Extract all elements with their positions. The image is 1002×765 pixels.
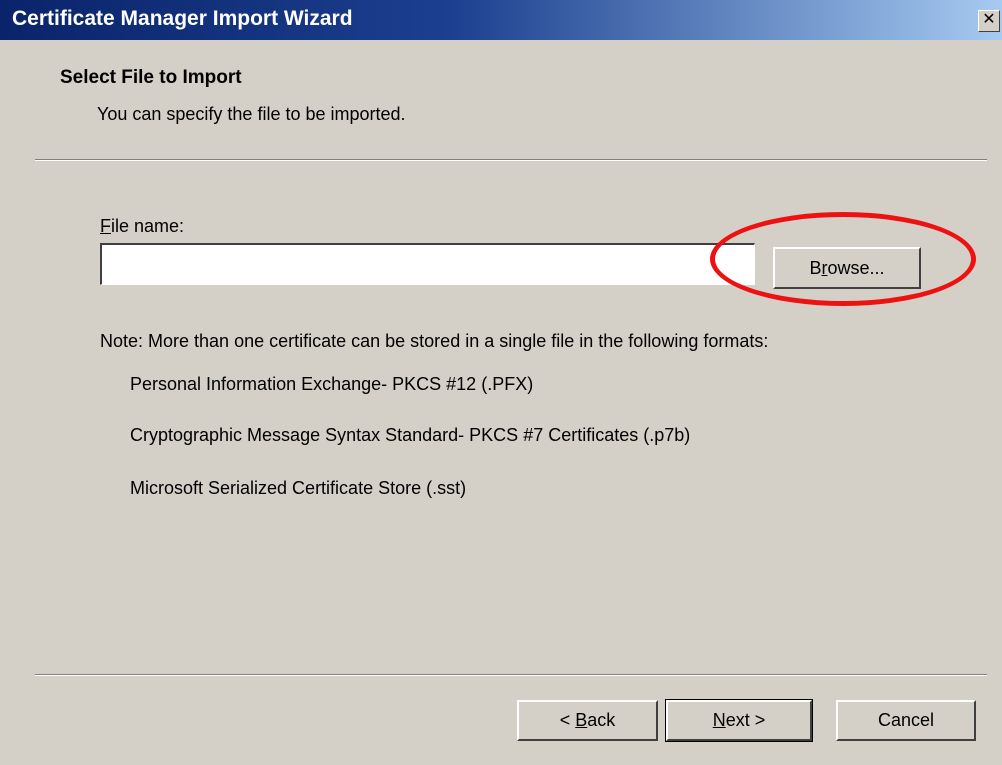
- window-title: Certificate Manager Import Wizard: [12, 7, 353, 30]
- format-item: Cryptographic Message Syntax Standard- P…: [130, 425, 691, 445]
- close-icon[interactable]: ✕: [978, 10, 1000, 32]
- format-item: Personal Information Exchange- PKCS #12 …: [130, 374, 534, 394]
- back-label-prefix: <: [559, 710, 576, 730]
- page-title: Select File to Import: [60, 67, 242, 88]
- wizard-window: Certificate Manager Import Wizard ✕ Sele…: [0, 0, 1002, 765]
- format-item: Microsoft Serialized Certificate Store (…: [130, 478, 467, 498]
- back-label-rest: ack: [587, 710, 616, 730]
- back-button[interactable]: < Back: [517, 700, 658, 741]
- page-subtitle: You can specify the file to be imported.: [97, 104, 406, 124]
- back-label-accel: B: [575, 710, 588, 730]
- footer-divider: [35, 674, 987, 676]
- browse-label-post: owse...: [827, 257, 885, 278]
- browse-button[interactable]: Browse...: [773, 247, 921, 289]
- file-name-input[interactable]: [100, 243, 755, 285]
- formats-note: Note: More than one certificate can be s…: [100, 331, 769, 351]
- next-label-accel: N: [712, 710, 726, 730]
- cancel-button[interactable]: Cancel: [836, 700, 976, 741]
- file-name-label-accel: F: [100, 216, 111, 236]
- next-label-rest: ext >: [725, 710, 766, 730]
- browse-label-pre: B: [809, 257, 822, 278]
- title-bar[interactable]: Certificate Manager Import Wizard ✕: [0, 0, 1002, 40]
- next-button[interactable]: Next >: [665, 699, 813, 742]
- header-divider: [35, 159, 987, 161]
- file-name-label: File name:: [100, 216, 184, 237]
- file-name-label-text: ile name:: [111, 216, 185, 236]
